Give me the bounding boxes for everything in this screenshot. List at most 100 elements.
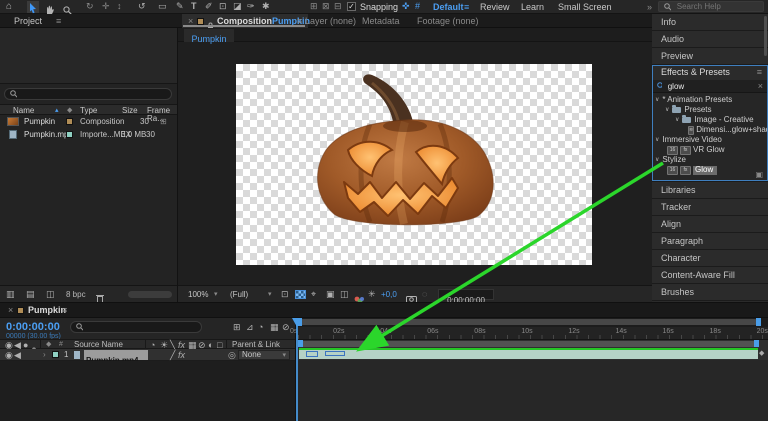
mask-visibility-icon[interactable]: ▣ <box>326 290 335 299</box>
sidebar-item-content-aware-fill[interactable]: Content-Aware Fill <box>652 267 768 283</box>
chevron-down-icon[interactable]: ▾ <box>214 291 218 298</box>
sidebar-item-audio[interactable]: Audio <box>652 31 768 47</box>
sidebar-item-libraries[interactable]: Libraries <box>652 182 768 198</box>
timeline-panel-menu-icon[interactable]: ≡ <box>62 306 67 315</box>
resolution-select[interactable]: (Full) <box>230 291 248 299</box>
navigator-track[interactable] <box>299 319 758 325</box>
clone-stamp-tool-icon[interactable]: ⊡ <box>219 2 227 11</box>
parent-pickwhip-icon[interactable]: ◎ <box>228 351 236 360</box>
project-search-input[interactable] <box>21 88 166 100</box>
orbit-camera-tool-icon[interactable]: ↻ <box>86 2 94 11</box>
color-depth-button[interactable]: 8 bpc <box>66 291 86 299</box>
effects-search-input[interactable] <box>665 80 754 92</box>
column-type[interactable]: Type <box>80 107 97 115</box>
timeline-tab-close-icon[interactable]: × <box>8 306 13 315</box>
tree-item[interactable]: ∨ Presets <box>652 105 768 115</box>
pen-tool-icon[interactable]: ✎ <box>176 2 184 11</box>
eraser-tool-icon[interactable]: ◪ <box>233 2 242 11</box>
brush-tool-icon[interactable]: ✐ <box>205 2 213 11</box>
sidebar-item-paragraph[interactable]: Paragraph <box>652 233 768 249</box>
layer-row[interactable]: ◉ ◀ › 1 Pumpkin.mp4 ╱ fx ◎ None ▾ <box>0 349 295 365</box>
tree-item-selected[interactable]: 16 fx Glow <box>652 165 768 175</box>
tree-item[interactable]: ∨ Image - Creative <box>652 115 768 125</box>
composition-flowchart-icon[interactable]: ⊞ <box>233 323 241 332</box>
sidebar-scrollbar[interactable] <box>764 16 767 56</box>
new-folder-icon[interactable]: ▤ <box>26 290 35 299</box>
transparency-grid-icon[interactable] <box>295 290 306 299</box>
new-composition-icon[interactable]: ◫ <box>46 290 55 299</box>
workspace-learn[interactable]: Learn <box>521 3 544 12</box>
new-animation-preset-icon[interactable]: ▣ <box>755 171 763 179</box>
chevron-down-icon[interactable]: ▾ <box>268 291 272 298</box>
sidebar-item-align[interactable]: Align <box>652 216 768 232</box>
exposure-value[interactable]: +0,0 <box>381 291 397 299</box>
parent-link-column[interactable]: Parent & Link <box>232 341 280 349</box>
sidebar-item-tracker[interactable]: Tracker <box>652 199 768 215</box>
workspace-review[interactable]: Review <box>480 3 510 12</box>
layer-video-toggle[interactable]: ◉ <box>5 351 13 360</box>
table-row[interactable]: Pumpkin.mp4 Importe...MEX 3,0 MB 30 <box>0 128 177 141</box>
navigator-handle-right[interactable] <box>756 318 761 326</box>
rotation-tool-icon[interactable]: ↺ <box>138 2 146 11</box>
viewer-minitab[interactable]: Pumpkin <box>184 29 234 44</box>
axis-mode-world-icon[interactable]: ⊠ <box>322 2 330 11</box>
workspace-default[interactable]: Default <box>433 3 464 12</box>
region-of-interest-icon[interactable]: ⊡ <box>281 290 289 299</box>
selection-tool-icon[interactable] <box>27 1 39 14</box>
layer-tab[interactable]: Layer (none) <box>305 17 356 26</box>
view-layout-icon[interactable]: ◫ <box>340 290 349 299</box>
timeline-search-input[interactable] <box>87 321 196 333</box>
timeline-tab-label[interactable]: Pumpkin <box>28 306 66 315</box>
puppet-pin-tool-icon[interactable]: ✱ <box>262 2 270 11</box>
metadata-tab[interactable]: Metadata <box>362 17 400 26</box>
chevron-expanded-icon[interactable]: ∨ <box>665 107 669 113</box>
preview-time-box[interactable]: 0:00:00:00 <box>438 289 494 305</box>
workspace-menu-icon[interactable]: ≡ <box>464 3 469 12</box>
layer-fx-switch[interactable]: fx <box>178 351 185 360</box>
sidebar-item-character[interactable]: Character <box>652 250 768 266</box>
chevron-expanded-icon[interactable]: ∨ <box>675 117 679 123</box>
magnification-select[interactable]: 100% <box>188 291 208 299</box>
project-tab-label[interactable]: Project <box>14 17 42 26</box>
frame-blending-icon[interactable]: ▦ <box>270 323 279 332</box>
type-tool-icon[interactable]: T <box>191 2 197 11</box>
playhead-line[interactable] <box>296 318 298 421</box>
layer-audio-toggle[interactable]: ◀ <box>14 351 21 360</box>
tree-item[interactable]: 16 fx VR Glow <box>652 145 768 155</box>
effects-presets-menu-icon[interactable]: ≡ <box>757 68 762 77</box>
column-size[interactable]: Size <box>122 107 138 115</box>
label-column-icon[interactable]: ◆ <box>67 107 72 114</box>
work-area-end-handle[interactable] <box>754 340 759 347</box>
item-name[interactable]: Pumpkin <box>24 118 55 126</box>
timeline-search-box[interactable] <box>70 321 202 333</box>
rectangle-tool-icon[interactable]: ▭ <box>158 2 167 11</box>
show-snapshot-icon[interactable]: ◌ <box>422 290 427 299</box>
roto-brush-tool-icon[interactable]: ✑ <box>247 2 255 11</box>
parent-dropdown[interactable]: None ▾ <box>238 350 290 360</box>
layer-duration-bar[interactable] <box>299 348 758 359</box>
chevron-expanded-icon[interactable]: ∨ <box>655 137 659 143</box>
home-icon[interactable]: ⌂ <box>6 2 12 12</box>
tree-item[interactable]: ∨ Stylize <box>652 155 768 165</box>
dolly-camera-tool-icon[interactable]: ↕ <box>117 2 122 11</box>
workspace-overflow-icon[interactable]: » <box>647 3 652 12</box>
help-search-box[interactable] <box>658 1 764 12</box>
interpret-footage-icon[interactable]: ▥ <box>6 290 15 299</box>
sidebar-item-brushes[interactable]: Brushes <box>652 284 768 300</box>
help-search-input[interactable] <box>674 1 758 12</box>
pan-camera-tool-icon[interactable]: ✛ <box>102 2 110 11</box>
snapping-checkbox[interactable]: ✓ <box>347 2 356 11</box>
snap-option-icon[interactable]: ✜ <box>402 2 410 11</box>
project-scrollbar[interactable] <box>128 291 172 298</box>
work-area-bar[interactable] <box>299 341 758 347</box>
draft-3d-icon[interactable]: ⊿ <box>246 323 254 332</box>
work-area-start-handle[interactable] <box>298 340 303 347</box>
sidebar-item-preview[interactable]: Preview <box>652 48 768 64</box>
time-navigator[interactable] <box>296 318 768 327</box>
layer-name-chip[interactable]: Pumpkin.mp4 <box>84 350 148 365</box>
layer-label-swatch[interactable] <box>52 351 59 358</box>
tree-item[interactable]: ∨ * Animation Presets <box>652 95 768 105</box>
tree-item[interactable]: ∨ Immersive Video <box>652 135 768 145</box>
clear-search-icon[interactable]: × <box>758 81 763 91</box>
layer-quality-switch[interactable]: ╱ <box>170 351 175 360</box>
